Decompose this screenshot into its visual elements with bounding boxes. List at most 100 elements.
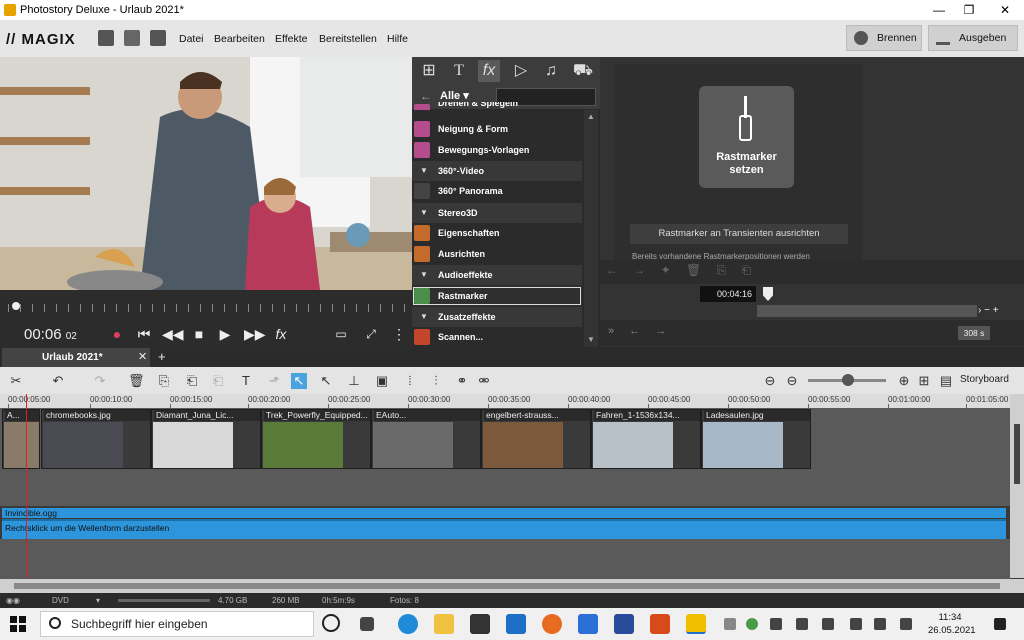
photostory-taskbar-icon[interactable]: [686, 614, 706, 634]
go-start-button[interactable]: ⏮: [135, 326, 153, 342]
play-button[interactable]: ▶: [216, 326, 234, 342]
effects-item[interactable]: Eigenschaften: [412, 223, 582, 243]
effects-category[interactable]: ▼ Audioeffekte: [412, 265, 582, 285]
scrubber-track[interactable]: [8, 304, 408, 312]
scroll-up-icon[interactable]: ▲: [587, 112, 595, 121]
split-icon[interactable]: ⊥: [346, 373, 362, 389]
tray-icon-1[interactable]: [770, 618, 782, 630]
tray-icon-2[interactable]: [796, 618, 808, 630]
cut-icon[interactable]: ✂: [8, 373, 24, 389]
cast-icon[interactable]: ▭: [332, 326, 350, 342]
effects-item[interactable]: Bewegungs-Vorlagen: [412, 140, 582, 160]
preview-scrubber[interactable]: [0, 290, 412, 320]
firefox-icon[interactable]: [542, 614, 562, 634]
timeline-clip[interactable]: A...: [2, 409, 40, 469]
group-icon[interactable]: ⦙: [402, 373, 418, 389]
vscroll-thumb[interactable]: [1014, 424, 1020, 484]
audio-clip-waveform[interactable]: Rechtsklick um die Wellenform darzustell…: [2, 519, 1006, 539]
tray-security-icon[interactable]: [746, 618, 758, 630]
effects-scrollbar[interactable]: ▲ ▼: [584, 110, 598, 347]
new-document-icon[interactable]: [98, 30, 114, 46]
taskbar-search[interactable]: Suchbegriff hier eingeben: [40, 611, 314, 637]
menu-effekte[interactable]: Effekte: [275, 33, 308, 45]
store-icon[interactable]: [470, 614, 490, 634]
record-button[interactable]: ●: [108, 326, 126, 342]
text-icon[interactable]: T: [238, 373, 254, 389]
b-app-icon[interactable]: [614, 614, 634, 634]
add-tab-icon[interactable]: +: [158, 349, 166, 364]
hscroll-thumb[interactable]: [14, 583, 1000, 589]
effects-item[interactable]: 360° Panorama: [412, 181, 582, 201]
timeline-clip[interactable]: Diamant_Juna_Lic...: [151, 409, 261, 469]
open-folder-icon[interactable]: [124, 30, 140, 46]
taskbar-clock[interactable]: 11:34 26.05.2021: [928, 611, 976, 637]
timeline-horizontal-scrollbar[interactable]: [0, 579, 1024, 593]
marker-tools-icon[interactable]: ← → ✦ 🗑 ⎘ ⎗: [606, 263, 757, 278]
zoom-out-icon[interactable]: ⊖: [784, 373, 800, 389]
effects-category[interactable]: ▼ 360°-Video: [412, 161, 582, 181]
status-icons[interactable]: ◉◉: [6, 593, 20, 608]
redo-icon[interactable]: ↷: [92, 373, 108, 389]
menu-hilfe[interactable]: Hilfe: [387, 33, 408, 45]
burn-button[interactable]: Brennen: [846, 25, 922, 51]
maximize-button[interactable]: ❐: [954, 2, 984, 18]
notification-icon[interactable]: [994, 618, 1006, 630]
task-view-icon[interactable]: [360, 617, 374, 631]
timeline-clip[interactable]: chromebooks.jpg: [41, 409, 151, 469]
rewind-button[interactable]: ◀◀: [162, 326, 184, 342]
back-arrow-icon[interactable]: ←: [420, 89, 432, 103]
video-preview[interactable]: [0, 57, 412, 290]
paste-disabled-icon[interactable]: ⎗: [210, 373, 226, 389]
scroll-down-icon[interactable]: ▼: [587, 335, 595, 344]
storyboard-icon[interactable]: ▤: [938, 373, 954, 389]
tab-project[interactable]: Urlaub 2021*: [2, 348, 150, 367]
fast-forward-button[interactable]: ▶▶: [244, 326, 266, 342]
tab-title-icon[interactable]: T: [448, 60, 470, 82]
effects-item[interactable]: Rastmarker: [412, 286, 582, 306]
set-rastmarker-button[interactable]: Rastmarker setzen: [699, 86, 794, 188]
lower-tracks[interactable]: [0, 539, 1010, 579]
timeline-vertical-scrollbar[interactable]: [1010, 394, 1024, 578]
tab-effects-icon[interactable]: fx: [478, 60, 500, 82]
audio-clip-title[interactable]: Invincible.ogg: [2, 508, 1006, 518]
effects-item[interactable]: Scannen...: [412, 327, 582, 347]
dropbox-icon[interactable]: [578, 614, 598, 634]
category-select[interactable]: Alle ▾: [440, 89, 469, 102]
storyboard-toggle[interactable]: Storyboard: [960, 374, 1009, 385]
paste-icon[interactable]: ⎗: [184, 373, 200, 389]
scrubber-knob[interactable]: [12, 302, 20, 310]
windows-start-icon[interactable]: [10, 616, 26, 632]
playhead[interactable]: [26, 394, 27, 578]
office-icon[interactable]: [650, 614, 670, 634]
format-dropdown-icon[interactable]: ▾: [96, 593, 100, 608]
timeline-clip[interactable]: Trek_Powerfly_Equipped...: [261, 409, 371, 469]
frame-icon[interactable]: ▣: [374, 373, 390, 389]
timeline-ruler[interactable]: 00:00:05:00 00:00:10:00 00:00:15:00 00:00:2…: [0, 394, 1010, 408]
copy-icon[interactable]: ⎘: [156, 373, 172, 389]
empty-track[interactable]: [0, 470, 1010, 506]
menu-datei[interactable]: Datei: [179, 33, 204, 45]
timeline-clip[interactable]: EAuto...: [371, 409, 481, 469]
marker-nav-icon[interactable]: » ← →: [608, 325, 672, 337]
unlink-icon[interactable]: ⚮: [476, 373, 492, 389]
menu-bearbeiten[interactable]: Bearbeiten: [214, 33, 265, 45]
effects-category[interactable]: ▼ Stereo3D: [412, 203, 582, 223]
mail-icon[interactable]: [506, 614, 526, 634]
menu-bereitstellen[interactable]: Bereitstellen: [319, 33, 377, 45]
tab-import-icon[interactable]: ⊞: [418, 60, 440, 82]
crop-icon[interactable]: ⬏: [266, 373, 282, 389]
battery-icon[interactable]: [900, 618, 912, 630]
stop-button[interactable]: ■: [190, 326, 208, 342]
fullscreen-icon[interactable]: ⤢: [362, 326, 380, 342]
volume-icon[interactable]: [874, 618, 886, 630]
marker-scrollbar[interactable]: [757, 305, 977, 317]
effects-category[interactable]: ▼ Zusatzeffekte: [412, 307, 582, 327]
more-options-icon[interactable]: ⋮: [390, 326, 408, 342]
undo-icon[interactable]: ↶: [50, 373, 66, 389]
timeline-clip[interactable]: Ladesaulen.jpg: [701, 409, 811, 469]
close-tab-icon[interactable]: ✕: [138, 350, 147, 363]
zoom-out-all-icon[interactable]: ⊖: [762, 373, 778, 389]
tray-icon-3[interactable]: [822, 618, 834, 630]
link-icon[interactable]: ⚭: [454, 373, 470, 389]
disc-format-select[interactable]: DVD: [52, 593, 69, 608]
